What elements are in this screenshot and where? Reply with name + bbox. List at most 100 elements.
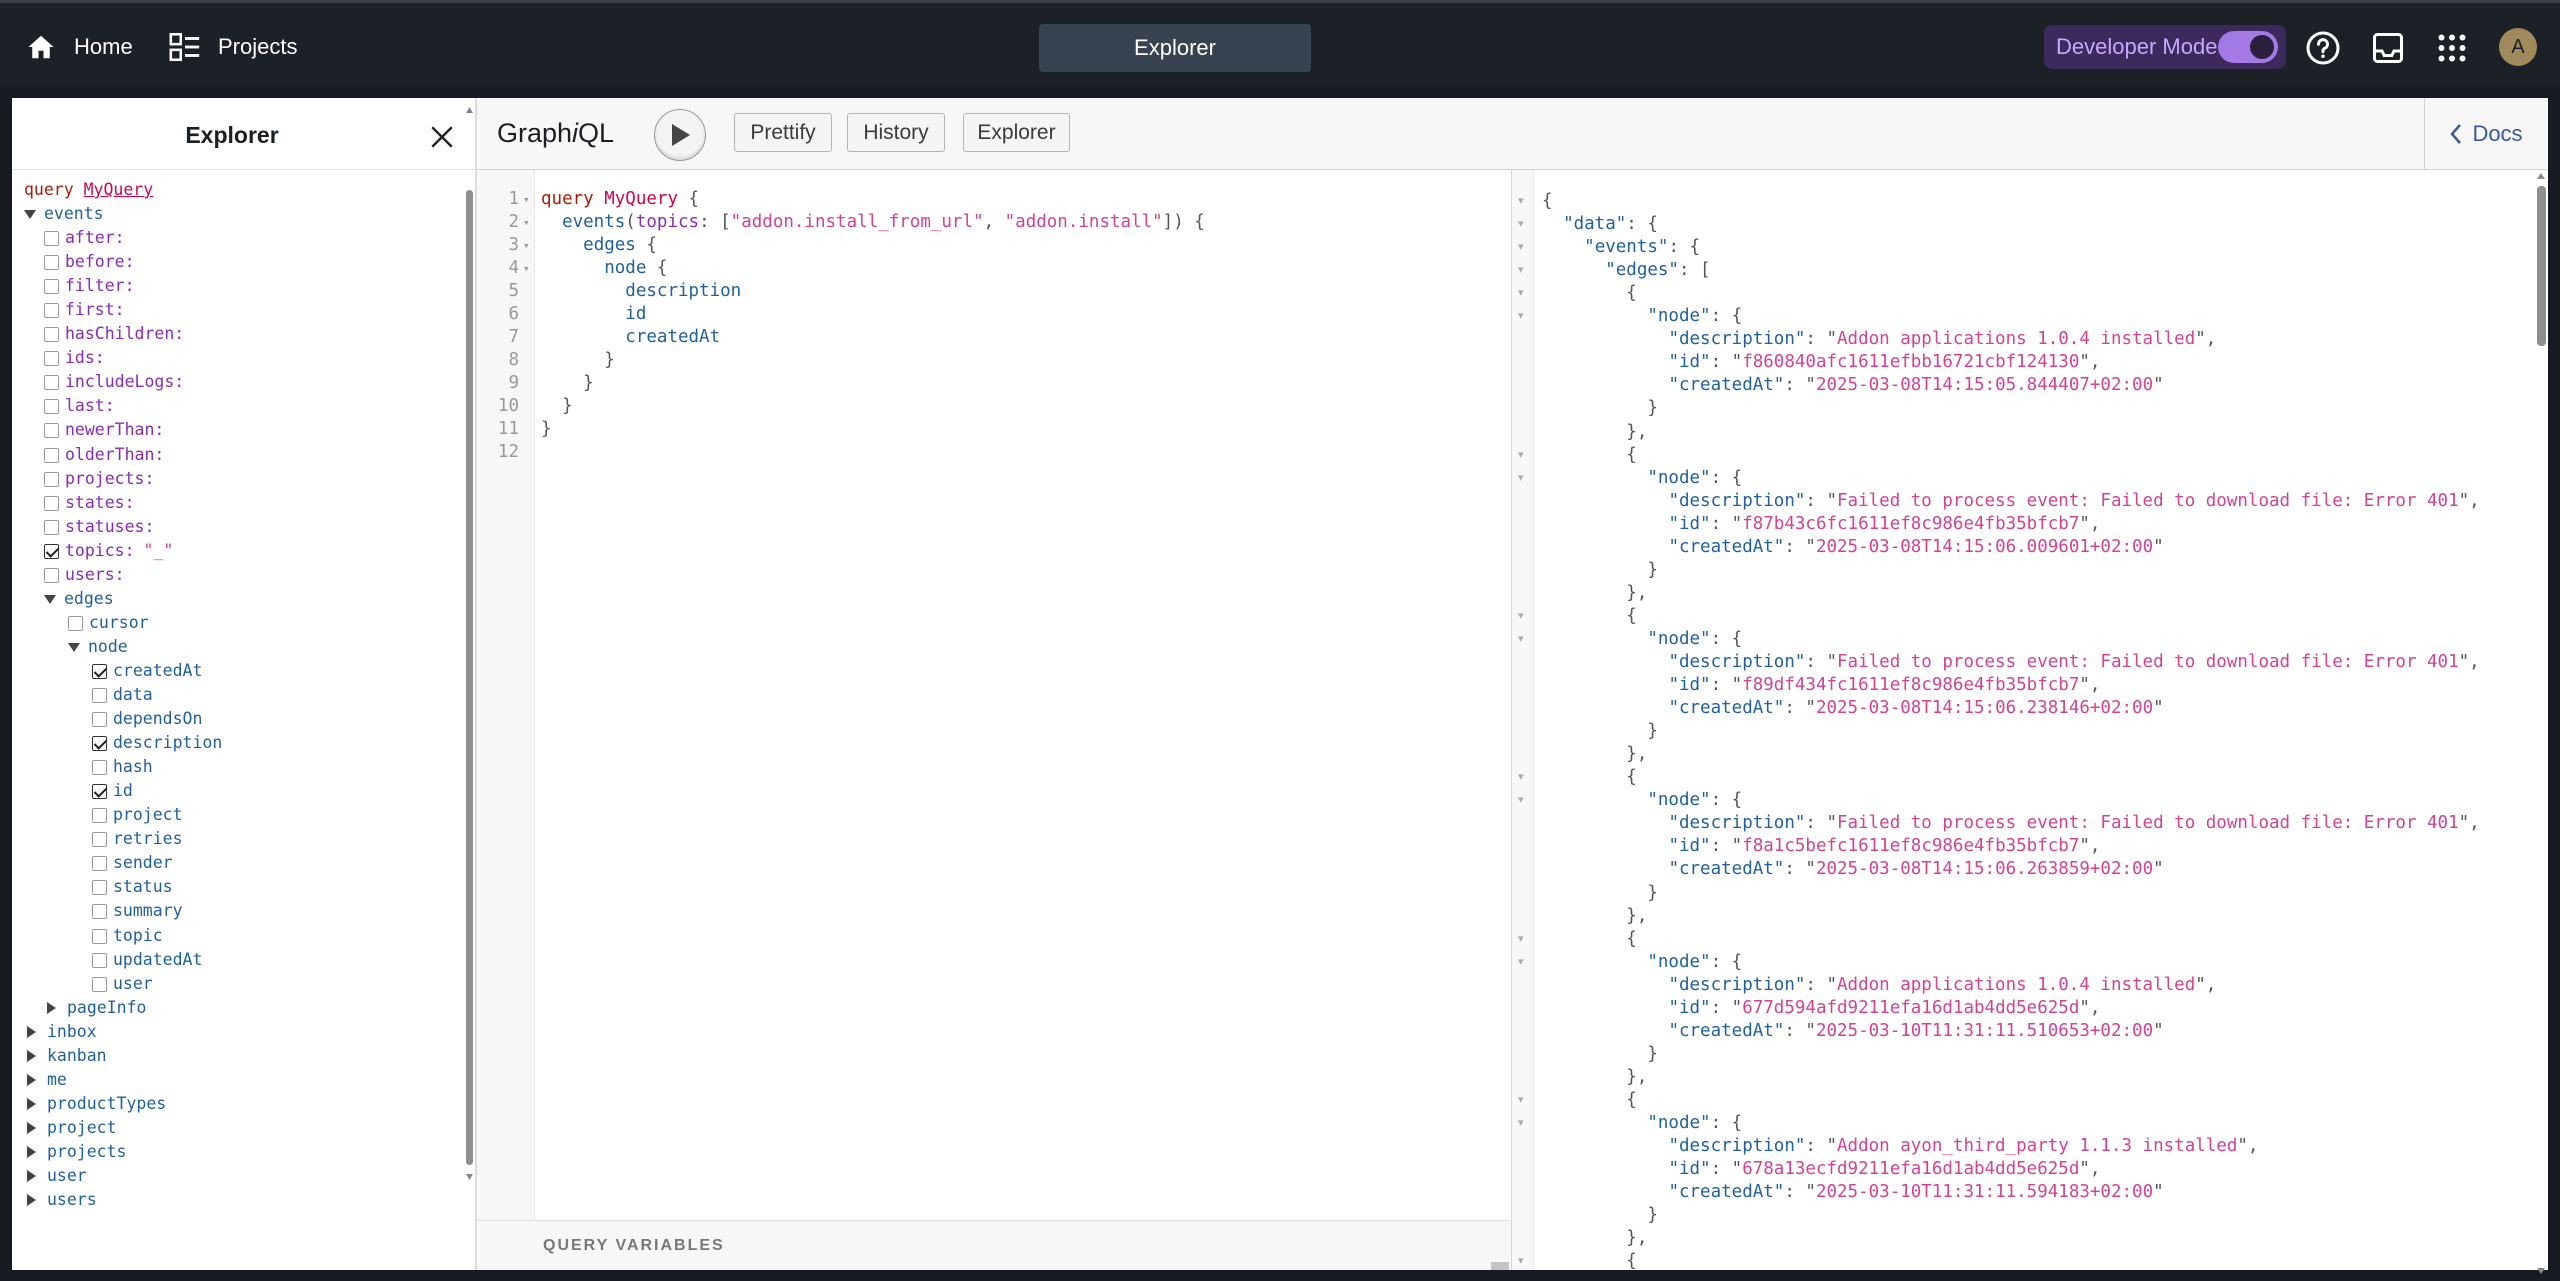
checkbox[interactable]	[92, 663, 107, 679]
user-avatar[interactable]: A	[2499, 28, 2537, 66]
tree-item-includelogs[interactable]: includeLogs:	[44, 370, 184, 394]
explorer-tab[interactable]: Explorer	[1039, 24, 1311, 72]
checkbox[interactable]	[92, 735, 107, 751]
tree-item-createdat[interactable]: createdAt	[92, 659, 202, 683]
scroll-down-arrow-icon[interactable]	[2536, 1267, 2546, 1275]
checkbox[interactable]	[44, 519, 59, 535]
tree-item-first[interactable]: first:	[44, 298, 125, 322]
tree-item-updatedat[interactable]: updatedAt	[92, 948, 202, 972]
fold-arrow-icon[interactable]: ▾	[523, 188, 533, 211]
tree-item-statuses[interactable]: statuses:	[44, 515, 154, 539]
tree-item-filter[interactable]: filter:	[44, 274, 135, 298]
fold-arrow-icon[interactable]: ▾	[1518, 282, 1524, 305]
tree-item-data[interactable]: data	[92, 683, 153, 707]
tree-item-user[interactable]: user	[24, 1164, 87, 1188]
checkbox[interactable]	[44, 495, 59, 511]
checkbox[interactable]	[44, 543, 59, 559]
caret-right-icon[interactable]	[27, 1170, 36, 1182]
caret-right-icon[interactable]	[27, 1098, 36, 1110]
checkbox[interactable]	[44, 398, 59, 414]
fold-arrow-icon[interactable]: ▾	[1518, 605, 1524, 628]
developer-mode-switch[interactable]	[2218, 31, 2278, 63]
checkbox[interactable]	[92, 928, 107, 944]
tree-item-inbox[interactable]: inbox	[24, 1020, 97, 1044]
caret-right-icon[interactable]	[27, 1026, 36, 1038]
tree-item-hash[interactable]: hash	[92, 755, 153, 779]
tree-item-cursor[interactable]: cursor	[68, 611, 149, 635]
tree-item-me[interactable]: me	[24, 1068, 67, 1092]
tree-item-olderthan[interactable]: olderThan:	[44, 443, 164, 467]
tree-item-projects[interactable]: projects:	[44, 467, 154, 491]
checkbox[interactable]	[92, 711, 107, 727]
caret-down-icon[interactable]	[24, 209, 36, 219]
arg-value[interactable]: "_"	[144, 539, 174, 563]
tree-item-states[interactable]: states:	[44, 491, 135, 515]
tree-item-users[interactable]: users:	[44, 563, 125, 587]
checkbox[interactable]	[68, 615, 83, 631]
tree-item-project[interactable]: project	[92, 803, 183, 827]
tree-item-id[interactable]: id	[92, 779, 133, 803]
checkbox[interactable]	[44, 278, 59, 294]
caret-right-icon[interactable]	[27, 1074, 36, 1086]
fold-arrow-icon[interactable]: ▾	[1518, 305, 1524, 328]
checkbox[interactable]	[92, 903, 107, 919]
checkbox[interactable]	[92, 807, 107, 823]
tree-item-project[interactable]: project	[24, 1116, 117, 1140]
checkbox[interactable]	[44, 471, 59, 487]
caret-down-icon[interactable]	[44, 594, 56, 604]
fold-arrow-icon[interactable]: ▾	[523, 211, 533, 234]
fold-arrow-icon[interactable]: ▾	[523, 257, 533, 280]
tree-item-status[interactable]: status	[92, 875, 173, 899]
result-viewer[interactable]: ▾ ▾ ▾ ▾ ▾ ▾ ▾ ▾ ▾ ▾ ▾ ▾ ▾ ▾ ▾ ▾ ▾ { "data": { "events": …	[1511, 170, 2548, 1274]
explorer-scroll-thumb[interactable]	[466, 190, 473, 1165]
fold-arrow-icon[interactable]: ▾	[1518, 467, 1524, 490]
checkbox[interactable]	[44, 302, 59, 318]
tree-item-node[interactable]: node	[68, 635, 128, 659]
tree-item-last[interactable]: last:	[44, 394, 115, 418]
checkbox[interactable]	[44, 422, 59, 438]
checkbox[interactable]	[44, 230, 59, 246]
tree-item-before[interactable]: before:	[44, 250, 135, 274]
fold-arrow-icon[interactable]: ▾	[1518, 444, 1524, 467]
checkbox[interactable]	[92, 976, 107, 992]
tree-item-after[interactable]: after:	[44, 226, 125, 250]
apps-grid-icon[interactable]	[2434, 30, 2470, 66]
editor-scroll-thumb[interactable]	[1491, 1262, 1509, 1270]
docs-button[interactable]: Docs	[2424, 98, 2548, 170]
checkbox[interactable]	[92, 831, 107, 847]
fold-arrow-icon[interactable]: ▾	[1518, 1250, 1524, 1273]
run-query-button[interactable]	[654, 109, 706, 161]
fold-arrow-icon[interactable]: ▾	[1518, 259, 1524, 282]
tree-item-retries[interactable]: retries	[92, 827, 183, 851]
tree-item-newerthan[interactable]: newerThan:	[44, 418, 164, 442]
scroll-up-arrow-icon[interactable]	[465, 106, 474, 114]
tree-item-topics[interactable]: topics: "_"	[44, 539, 173, 563]
checkbox[interactable]	[44, 567, 59, 583]
fold-arrow-icon[interactable]: ▾	[1518, 236, 1524, 259]
inbox-icon[interactable]	[2370, 30, 2406, 66]
scroll-up-arrow-icon[interactable]	[2536, 172, 2546, 180]
tree-item-haschildren[interactable]: hasChildren:	[44, 322, 184, 346]
checkbox[interactable]	[44, 447, 59, 463]
nav-home[interactable]: Home	[26, 25, 133, 69]
close-icon[interactable]	[429, 124, 455, 150]
developer-mode-toggle[interactable]: Developer Mode	[2044, 25, 2286, 69]
tree-item-ids[interactable]: ids:	[44, 346, 105, 370]
tree-item-dependson[interactable]: dependsOn	[92, 707, 202, 731]
fold-arrow-icon[interactable]: ▾	[1518, 951, 1524, 974]
checkbox[interactable]	[92, 855, 107, 871]
checkbox[interactable]	[44, 326, 59, 342]
query-editor[interactable]: 1 ▾ 2 ▾ 3 ▾ 4 ▾ 5 6 7 8 9 10 11 12 query MyQuery { even…	[477, 170, 1511, 1270]
prettify-button[interactable]: Prettify	[734, 113, 832, 152]
checkbox[interactable]	[44, 350, 59, 366]
caret-right-icon[interactable]	[27, 1122, 36, 1134]
tree-item-description[interactable]: description	[92, 731, 222, 755]
nav-projects[interactable]: Projects	[168, 25, 297, 69]
checkbox[interactable]	[44, 254, 59, 270]
result-scroll-thumb[interactable]	[2537, 186, 2546, 346]
caret-down-icon[interactable]	[68, 642, 80, 652]
result-scrollbar[interactable]	[2536, 173, 2546, 1274]
fold-arrow-icon[interactable]: ▾	[1518, 190, 1524, 213]
caret-right-icon[interactable]	[47, 1002, 56, 1014]
checkbox[interactable]	[44, 374, 59, 390]
